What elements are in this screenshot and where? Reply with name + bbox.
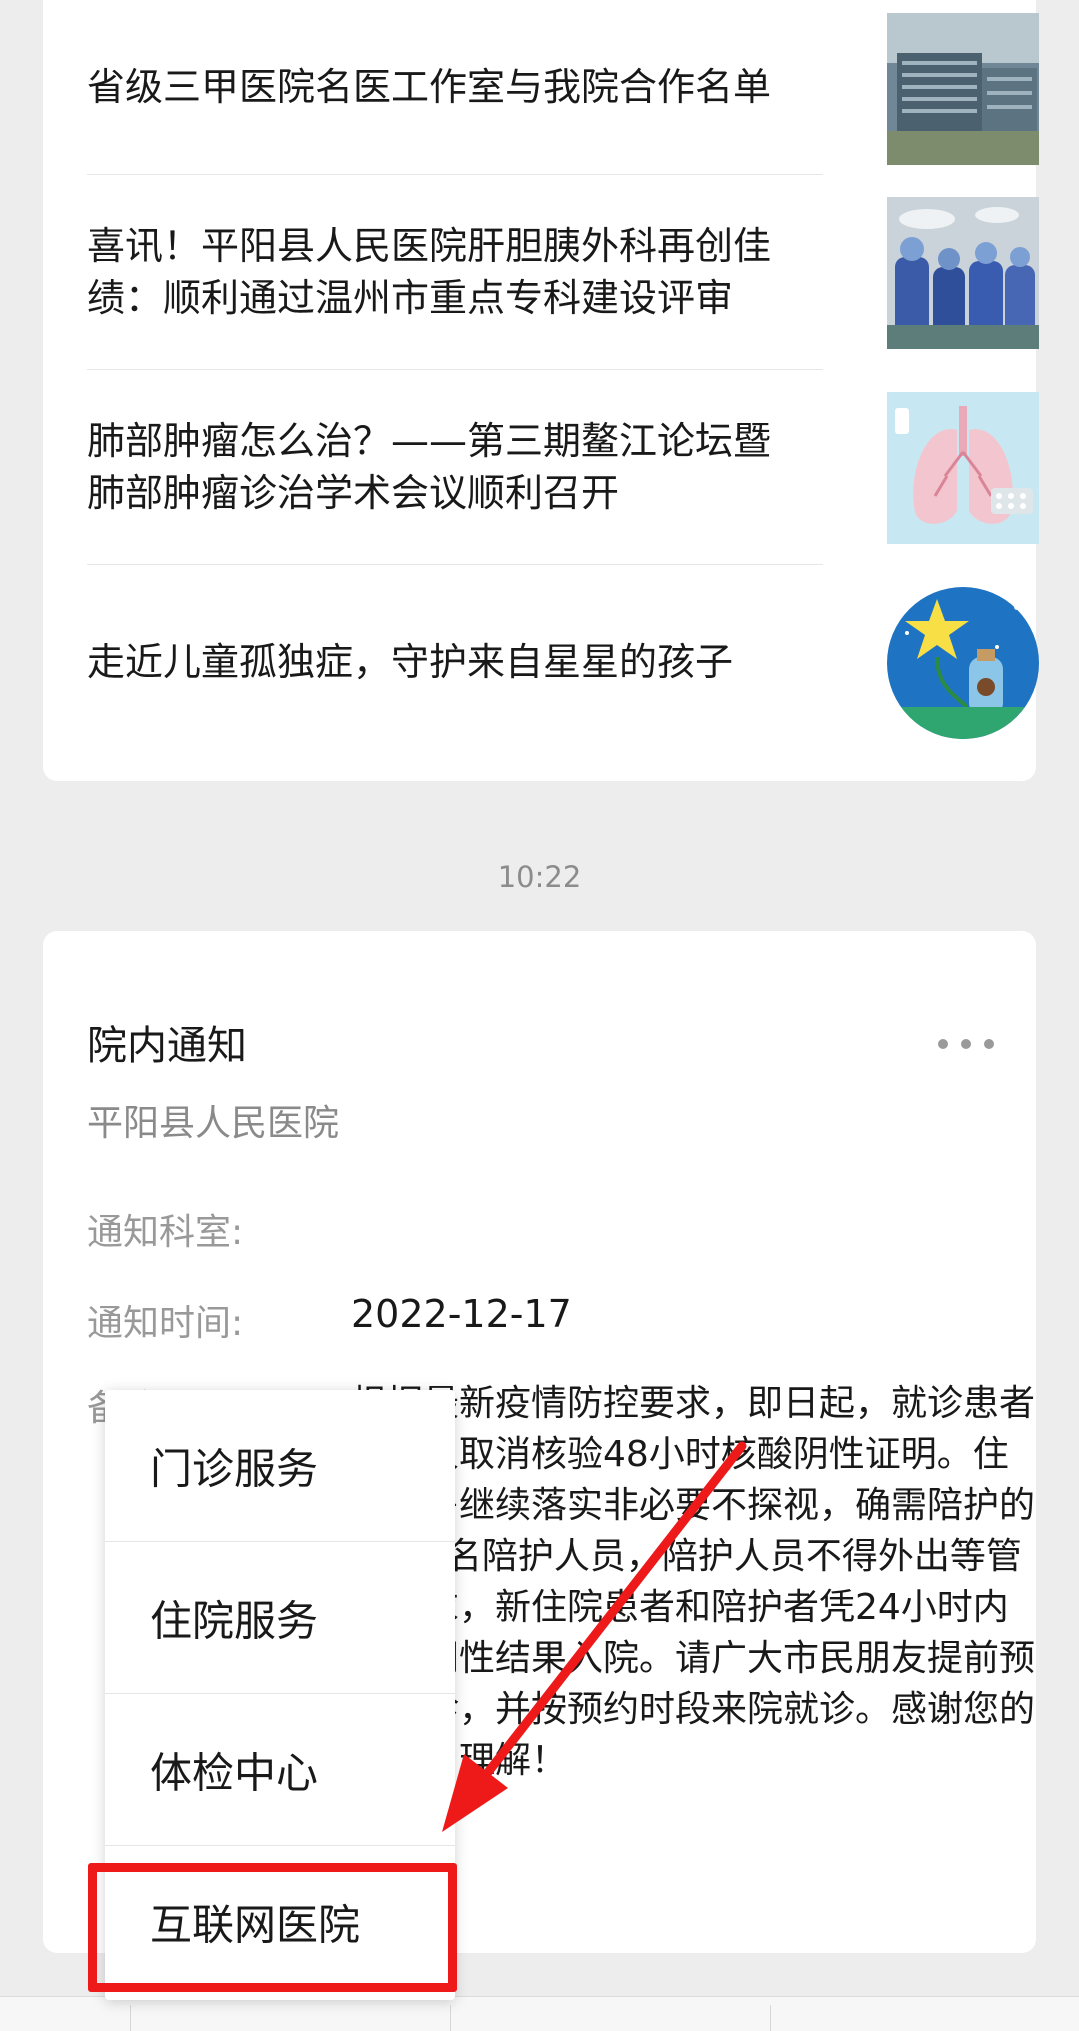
hospital-building-thumbnail[interactable] bbox=[887, 13, 1039, 165]
article-item[interactable]: 肺部肿瘤怎么治？——第三期鳌江论坛暨肺部肿瘤诊治学术会议顺利召开 bbox=[87, 370, 1039, 565]
dept-label: 通知科室: bbox=[87, 1212, 244, 1253]
menu-item-outpatient[interactable]: 门诊服务 bbox=[105, 1390, 455, 1542]
article-item[interactable]: 喜讯！平阳县人民医院肝胆胰外科再创佳绩：顺利通过温州市重点专科建设评审 bbox=[87, 175, 1039, 370]
bottom-menu-bar bbox=[0, 1996, 1079, 2031]
menu-item-label: 体检中心 bbox=[150, 1748, 319, 1797]
star-bottle-thumbnail[interactable] bbox=[887, 587, 1039, 739]
article-item[interactable]: 走近儿童孤独症，守护来自星星的孩子 bbox=[87, 565, 1039, 781]
article-title[interactable]: 喜讯！平阳县人民医院肝胆胰外科再创佳绩：顺利通过温州市重点专科建设评审 bbox=[87, 220, 807, 324]
article-title[interactable]: 走近儿童孤独症，守护来自星星的孩子 bbox=[87, 636, 807, 688]
message-timestamp: 10:22 bbox=[497, 860, 582, 894]
surgery-team-thumbnail[interactable] bbox=[887, 197, 1039, 349]
time-value: 2022-12-17 bbox=[351, 1292, 572, 1336]
more-options-icon[interactable] bbox=[938, 1037, 994, 1051]
article-title[interactable]: 肺部肿瘤怎么治？——第三期鳌江论坛暨肺部肿瘤诊治学术会议顺利召开 bbox=[87, 415, 807, 519]
notice-title: 院内通知 bbox=[87, 1023, 247, 1069]
lungs-thumbnail[interactable] bbox=[887, 392, 1039, 544]
time-label: 通知时间: bbox=[87, 1303, 244, 1344]
article-title[interactable]: 省级三甲医院名医工作室与我院合作名单 bbox=[87, 61, 807, 113]
menu-item-label: 门诊服务 bbox=[150, 1444, 319, 1493]
article-item[interactable]: 省级三甲医院名医工作室与我院合作名单 bbox=[87, 0, 1039, 175]
menu-item-inpatient[interactable]: 住院服务 bbox=[105, 1542, 455, 1694]
menu-item-checkup[interactable]: 体检中心 bbox=[105, 1694, 455, 1846]
highlight-box bbox=[88, 1863, 457, 1992]
notice-organization: 平阳县人民医院 bbox=[87, 1103, 340, 1144]
article-list-card: 省级三甲医院名医工作室与我院合作名单 喜讯！平阳县人民医院肝胆胰外科再创佳绩：顺… bbox=[43, 0, 1039, 781]
menu-item-label: 住院服务 bbox=[150, 1596, 319, 1645]
